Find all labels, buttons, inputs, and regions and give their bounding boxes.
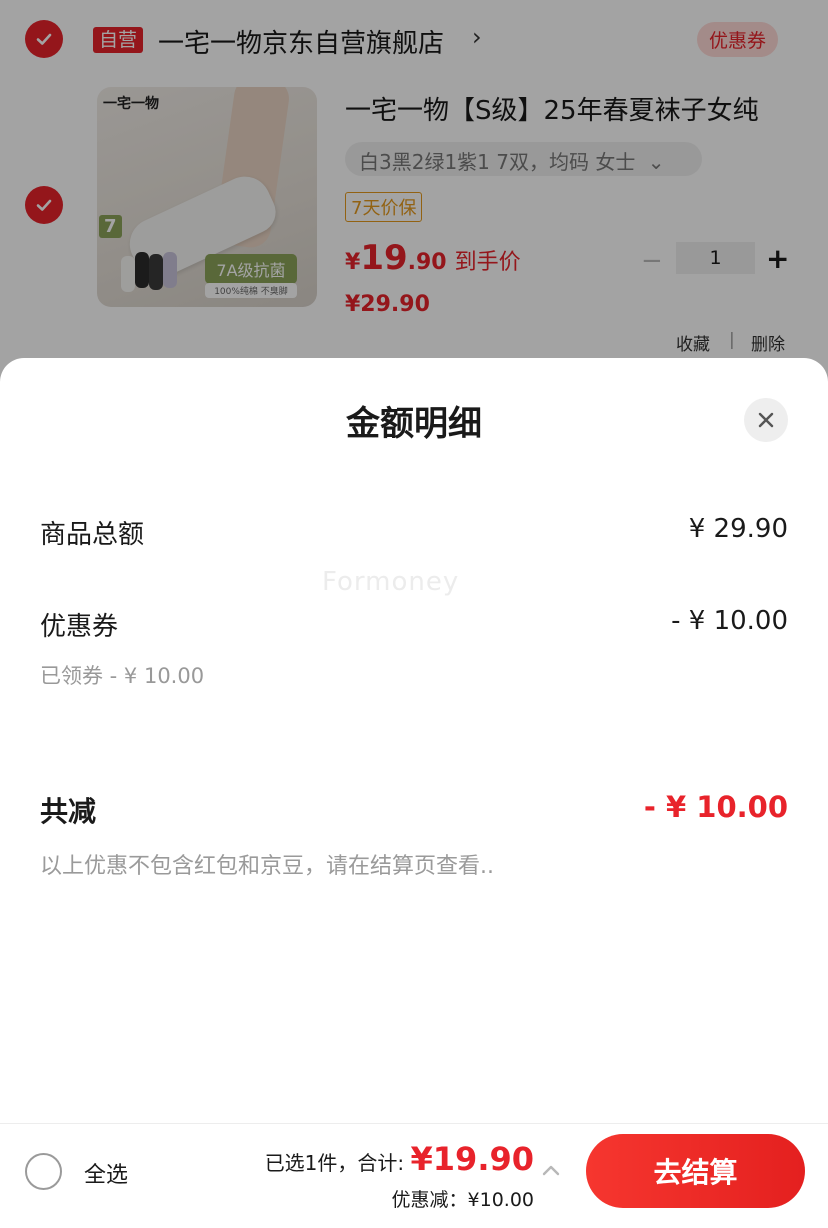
select-all-checkbox[interactable] xyxy=(25,1153,62,1190)
dim-overlay[interactable] xyxy=(0,0,828,400)
goods-total-value: ¥ 29.90 xyxy=(688,514,788,544)
discount-summary: 优惠减：¥10.00 xyxy=(391,1189,534,1211)
bottom-bar: 全选 已选1件，合计: ¥19.90 优惠减：¥10.00 去结算 xyxy=(0,1123,828,1228)
discount-disclaimer: 以上优惠不包含红包和京豆，请在结算页查看.. xyxy=(40,854,494,879)
coupon-note: 已领券 - ¥ 10.00 xyxy=(40,664,205,688)
coupon-value: - ¥ 10.00 xyxy=(671,606,788,636)
total-reduction-value: - ¥ 10.00 xyxy=(643,790,788,824)
close-button[interactable] xyxy=(744,398,788,442)
goods-total-label: 商品总额 xyxy=(40,520,145,550)
chevron-up-icon[interactable] xyxy=(540,1160,562,1182)
checkout-button[interactable]: 去结算 xyxy=(586,1134,805,1208)
watermark: Formoney xyxy=(322,567,460,597)
amount-detail-sheet: 金额明细 商品总额 ¥ 29.90 Formoney 优惠券 - ¥ 10.00… xyxy=(0,358,828,1123)
summary-text: 已选1件，合计: xyxy=(264,1151,411,1175)
close-icon xyxy=(758,412,774,428)
summary-price: ¥19.90 xyxy=(410,1140,534,1178)
select-all-label[interactable]: 全选 xyxy=(84,1157,128,1189)
coupon-label: 优惠券 xyxy=(40,612,119,642)
order-summary: 已选1件，合计: ¥19.90 xyxy=(265,1140,534,1178)
sheet-title: 金额明细 xyxy=(346,404,482,444)
total-reduction-label: 共减 xyxy=(40,795,97,828)
